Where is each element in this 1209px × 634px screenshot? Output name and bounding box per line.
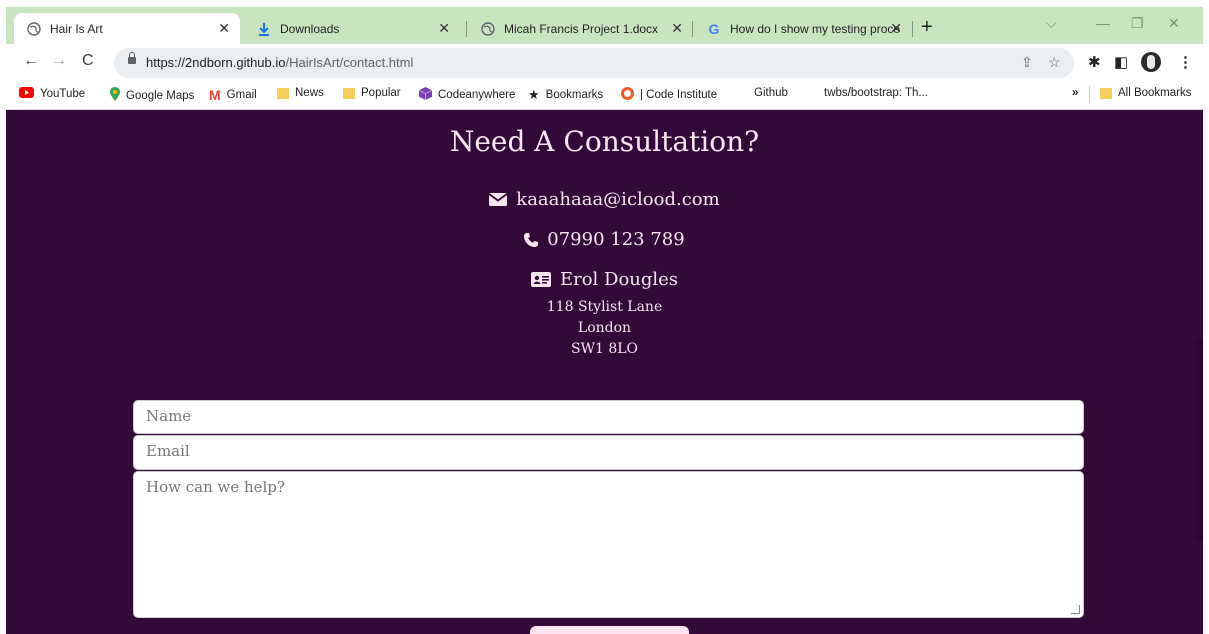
scroll-shadow <box>1193 340 1203 540</box>
tab-strip: Hair Is Art ✕ Downloads ✕ Micah Francis … <box>6 7 1203 44</box>
download-icon <box>256 21 272 37</box>
tab-title: Hair Is Art <box>50 21 103 36</box>
page-content: Need A Consultation? kaaahaaa@iclood.com… <box>6 110 1203 634</box>
bookmark-gmail[interactable]: M Gmail <box>209 87 257 103</box>
bookmark-label: twbs/bootstrap: Th... <box>824 87 928 99</box>
page-title: Need A Consultation? <box>449 125 760 158</box>
bookmark-label: Codeanywhere <box>438 89 516 101</box>
address-line-1: 118 Stylist Lane <box>546 299 663 315</box>
restore-button[interactable]: ❐ <box>1131 15 1144 32</box>
menu-icon[interactable]: ⋮ <box>1178 53 1193 71</box>
star-icon: ★ <box>528 87 540 102</box>
message-placeholder: How can we help? <box>146 478 285 496</box>
bookmark-twbs-bootstrap[interactable]: twbs/bootstrap: Th... <box>824 87 928 99</box>
reload-button[interactable]: C <box>82 52 94 70</box>
url-text[interactable]: https://2ndborn.github.io/HairIsArt/cont… <box>146 55 413 70</box>
maps-pin-icon <box>110 87 120 104</box>
address-line-3: SW1 8LO <box>570 341 639 357</box>
google-icon: G <box>708 20 720 37</box>
youtube-icon <box>19 87 34 101</box>
tab-hair-is-art[interactable]: Hair Is Art ✕ <box>14 13 240 44</box>
bookmarks-bar: YouTube Google Maps M Gmail News Popular… <box>6 82 1203 110</box>
bookmark-youtube[interactable]: YouTube <box>19 87 85 101</box>
id-card-icon <box>530 272 551 287</box>
address-block: 118 Stylist Lane London SW1 8LO <box>6 297 1203 360</box>
submit-button[interactable] <box>530 626 689 634</box>
tab-divider <box>466 21 467 37</box>
bookmark-news[interactable]: News <box>277 87 324 99</box>
bookmark-label: Google Maps <box>126 89 195 102</box>
phone-text: 07990 123 789 <box>547 229 685 250</box>
name-input[interactable]: Name <box>133 400 1084 434</box>
close-window-button[interactable]: ✕ <box>1168 15 1180 32</box>
email-placeholder: Email <box>146 442 190 460</box>
ring-icon <box>621 87 634 103</box>
url-path: /HairIsArt/contact.html <box>285 55 414 70</box>
gmail-icon: M <box>209 87 221 103</box>
bookmark-label: All Bookmarks <box>1118 87 1192 99</box>
name-text: Erol Dougles <box>559 269 679 290</box>
all-bookmarks-button[interactable]: All Bookmarks <box>1100 87 1192 99</box>
bookmark-label: Gmail <box>226 89 257 101</box>
browser-window: Hair Is Art ✕ Downloads ✕ Micah Francis … <box>6 7 1203 634</box>
tab-downloads[interactable]: Downloads ✕ <box>244 13 460 44</box>
forward-button[interactable]: → <box>51 52 67 70</box>
minimize-button[interactable]: — <box>1096 15 1110 31</box>
tab-divider <box>912 21 913 37</box>
extensions-icon[interactable]: ✱ <box>1088 53 1101 71</box>
lock-icon <box>128 52 136 64</box>
contact-email: kaaahaaa@iclood.com <box>6 189 1203 210</box>
bookmark-bookmarks[interactable]: ★ Bookmarks <box>528 87 603 103</box>
bookmark-label: News <box>295 87 324 99</box>
bookmark-label: Bookmarks <box>545 89 604 101</box>
bookmark-code-institute[interactable]: | Code Institute <box>621 87 717 103</box>
phone-icon <box>524 232 539 247</box>
message-textarea[interactable]: How can we help? <box>133 471 1084 618</box>
tab-title: How do I show my testing proce <box>730 21 900 36</box>
bookmark-popular[interactable]: Popular <box>343 87 401 99</box>
back-button[interactable]: ← <box>23 52 39 70</box>
tab-search-icon[interactable]: ⌵ <box>1046 15 1057 32</box>
folder-icon <box>343 87 355 99</box>
close-tab-icon[interactable]: ✕ <box>890 20 902 37</box>
bookmark-google-maps[interactable]: Google Maps <box>110 87 194 104</box>
tab-title: Downloads <box>280 21 340 36</box>
close-tab-icon[interactable]: ✕ <box>218 20 230 37</box>
bookmarks-divider <box>1089 86 1090 103</box>
tab-divider <box>692 21 693 37</box>
folder-icon <box>1100 87 1112 99</box>
bookmark-label: Popular <box>361 87 401 99</box>
tab-title: Micah Francis Project 1.docx <box>504 21 659 36</box>
address-line-2: London <box>577 320 632 336</box>
contact-phone: 07990 123 789 <box>6 229 1203 250</box>
contact-name: Erol Dougles <box>6 269 1203 290</box>
close-tab-icon[interactable]: ✕ <box>671 20 683 37</box>
side-panel-icon[interactable]: ◧ <box>1114 53 1128 71</box>
email-text: kaaahaaa@iclood.com <box>516 189 720 210</box>
browser-toolbar: ← → C https://2ndborn.github.io/HairIsAr… <box>6 44 1203 82</box>
email-input[interactable]: Email <box>133 435 1084 470</box>
envelope-icon <box>489 193 508 206</box>
tab-micah-francis[interactable]: Micah Francis Project 1.docx ✕ <box>468 13 693 44</box>
globe-icon <box>480 21 496 37</box>
close-tab-icon[interactable]: ✕ <box>438 20 450 37</box>
bookmark-label: | Code Institute <box>640 89 718 101</box>
bookmark-label: Github <box>754 87 788 99</box>
globe-icon <box>26 21 42 37</box>
resize-handle[interactable] <box>1071 605 1080 614</box>
star-icon[interactable]: ☆ <box>1048 54 1061 71</box>
profile-avatar[interactable] <box>1141 52 1161 72</box>
bookmarks-overflow-button[interactable]: » <box>1072 87 1078 99</box>
bookmark-codeanywhere[interactable]: Codeanywhere <box>418 87 516 103</box>
address-bar[interactable]: https://2ndborn.github.io/HairIsArt/cont… <box>114 48 1074 78</box>
share-icon[interactable]: ⇪ <box>1021 54 1033 71</box>
cube-icon <box>418 87 433 103</box>
name-placeholder: Name <box>146 407 192 425</box>
folder-icon <box>277 87 289 99</box>
url-host: https://2ndborn.github.io <box>146 55 286 70</box>
bookmark-label: YouTube <box>40 88 86 100</box>
tab-google-search[interactable]: G How do I show my testing proce ✕ <box>694 13 912 44</box>
new-tab-button[interactable]: + <box>921 17 933 37</box>
bookmark-github[interactable]: Github <box>754 87 788 99</box>
